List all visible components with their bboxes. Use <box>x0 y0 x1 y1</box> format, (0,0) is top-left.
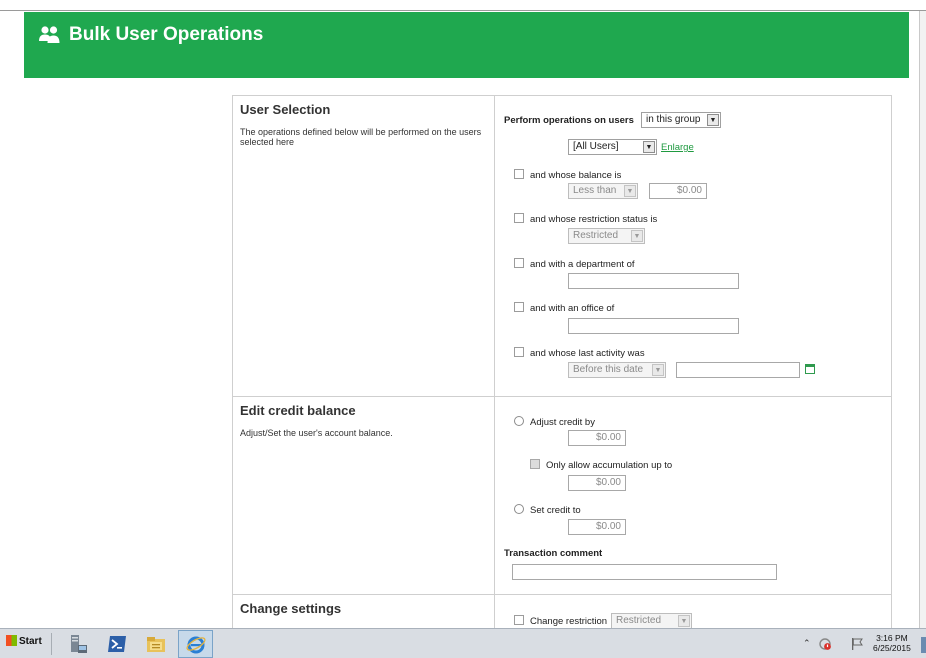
set-credit-input[interactable]: $0.00 <box>568 519 626 535</box>
window-top-edge <box>0 0 926 11</box>
taskbar-separator <box>51 633 52 655</box>
change-restriction-select[interactable]: Restricted ▼ <box>611 613 692 629</box>
group-mode-select[interactable]: in this group ▼ <box>641 112 721 128</box>
section-description: The operations defined below will be per… <box>240 127 482 147</box>
set-credit-radio[interactable] <box>514 504 524 514</box>
set-credit-label: Set credit to <box>530 505 581 516</box>
activity-label: and whose last activity was <box>530 348 645 359</box>
change-restriction-label: Change restriction <box>530 616 608 627</box>
transaction-comment-input[interactable] <box>512 564 777 580</box>
internet-explorer-icon <box>186 636 206 654</box>
chevron-down-icon: ▼ <box>643 141 655 153</box>
enlarge-link[interactable]: Enlarge <box>661 142 694 153</box>
section-title: Edit credit balance <box>240 403 356 418</box>
chevron-down-icon: ▼ <box>631 230 643 242</box>
user-selection-section: User Selection The operations defined be… <box>233 96 891 397</box>
taskbar-ie-active[interactable] <box>178 630 213 658</box>
change-restriction-checkbox[interactable] <box>514 615 524 625</box>
system-clock[interactable]: 3:16 PM 6/25/2015 <box>873 633 911 653</box>
accumulation-label: Only allow accumulation up to <box>546 460 673 471</box>
show-hidden-icons-icon[interactable]: ⌃ <box>803 638 811 649</box>
restriction-select[interactable]: Restricted ▼ <box>568 228 645 244</box>
restriction-label: and whose restriction status is <box>530 214 658 225</box>
chevron-down-icon: ▼ <box>707 114 719 126</box>
network-alert-icon[interactable] <box>818 637 832 651</box>
transaction-comment-label: Transaction comment <box>504 548 603 559</box>
users-icon <box>39 26 60 43</box>
balance-label: and whose balance is <box>530 170 622 181</box>
accumulation-checkbox[interactable] <box>530 459 540 469</box>
office-label: and with an office of <box>530 303 615 314</box>
edit-credit-section: Edit credit balance Adjust/Set the user'… <box>233 397 891 595</box>
section-title: User Selection <box>240 102 331 117</box>
balance-operator-select[interactable]: Less than ▼ <box>568 183 638 199</box>
calendar-icon[interactable] <box>805 364 815 374</box>
windows-logo-icon <box>6 635 17 646</box>
chevron-down-icon: ▼ <box>678 615 690 627</box>
balance-checkbox[interactable] <box>514 169 524 179</box>
start-button[interactable]: Start <box>6 635 42 647</box>
department-checkbox[interactable] <box>514 258 524 268</box>
adjust-credit-radio[interactable] <box>514 416 524 426</box>
balance-input[interactable]: $0.00 <box>649 183 707 199</box>
office-input[interactable] <box>568 318 739 334</box>
activity-date-input[interactable] <box>676 362 800 378</box>
vertical-scrollbar[interactable] <box>919 11 926 628</box>
adjust-credit-input[interactable]: $0.00 <box>568 430 626 446</box>
adjust-credit-label: Adjust credit by <box>530 417 595 428</box>
perform-label: Perform operations on users <box>504 115 634 126</box>
powershell-icon[interactable] <box>106 633 128 655</box>
section-description: Adjust/Set the user's account balance. <box>240 428 393 438</box>
chevron-down-icon: ▼ <box>652 364 664 376</box>
file-explorer-icon[interactable] <box>145 633 167 655</box>
operations-form: User Selection The operations defined be… <box>232 95 892 640</box>
accumulation-input[interactable]: $0.00 <box>568 475 626 491</box>
action-center-flag-icon[interactable] <box>850 637 864 651</box>
group-select[interactable]: [All Users] ▼ <box>568 139 657 155</box>
server-manager-icon[interactable] <box>67 633 89 655</box>
section-title: Change settings <box>240 601 342 616</box>
restriction-checkbox[interactable] <box>514 213 524 223</box>
taskbar: Start ⌃ 3:16 PM 6/25/2015 <box>0 628 926 658</box>
office-checkbox[interactable] <box>514 302 524 312</box>
department-input[interactable] <box>568 273 739 289</box>
show-desktop-button[interactable] <box>921 637 926 653</box>
activity-checkbox[interactable] <box>514 347 524 357</box>
activity-operator-select[interactable]: Before this date ▼ <box>568 362 666 378</box>
chevron-down-icon: ▼ <box>624 185 636 197</box>
page-title: Bulk User Operations <box>69 24 264 45</box>
department-label: and with a department of <box>530 259 635 270</box>
page-header: Bulk User Operations <box>24 12 909 78</box>
